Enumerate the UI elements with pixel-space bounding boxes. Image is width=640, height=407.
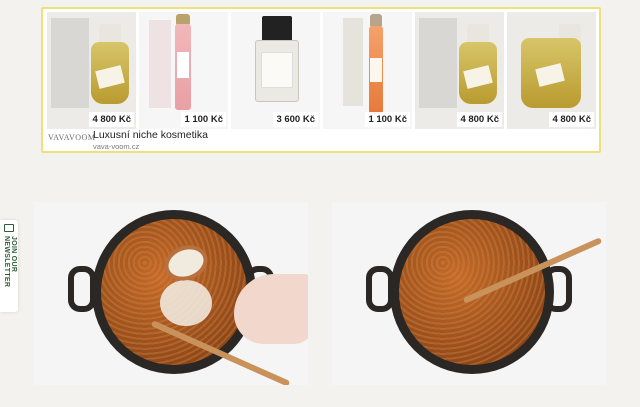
- product-price: 1 100 Kč: [181, 112, 226, 127]
- ad-product-card[interactable]: 4 800 Kč: [507, 12, 596, 129]
- perfume-label-image: [261, 52, 293, 88]
- product-price: 4 800 Kč: [89, 112, 134, 127]
- recipe-photo-adding-milk: [34, 202, 308, 385]
- ad-product-card[interactable]: 1 100 Kč: [323, 12, 412, 129]
- perfume-box-image: [51, 18, 89, 108]
- meat-sauce-image: [399, 219, 545, 365]
- milk-pour-image: [160, 280, 212, 326]
- perfume-cap-image: [262, 16, 292, 42]
- advertiser-logo: VAVAVOOM: [48, 133, 96, 142]
- mail-icon: [4, 224, 14, 232]
- ad-product-strip: 4 800 Kč 1 100 Kč 3 600 Kč 1 100 Kč 4 80…: [47, 12, 596, 129]
- ad-banner[interactable]: ▷ ✕ 4 800 Kč 1 100 Kč 3 600 Kč: [41, 7, 601, 153]
- product-price: 4 800 Kč: [549, 112, 594, 127]
- ad-display-url: vava-voom.cz: [93, 142, 140, 151]
- ad-headline-link[interactable]: Luxusní niche kosmetika: [93, 129, 208, 141]
- product-price: 3 600 Kč: [273, 112, 318, 127]
- perfume-cap-image: [99, 24, 121, 44]
- recipe-photo-stirring: [332, 202, 606, 385]
- product-price: 4 800 Kč: [457, 112, 502, 127]
- product-price: 1 100 Kč: [365, 112, 410, 127]
- ad-product-card[interactable]: 1 100 Kč: [139, 12, 228, 129]
- newsletter-tab[interactable]: JOIN OUR NEWSLETTER: [0, 220, 18, 312]
- newsletter-label: JOIN OUR NEWSLETTER: [3, 236, 17, 288]
- perfume-label-image: [177, 52, 189, 78]
- perfume-box-image: [343, 18, 363, 106]
- perfume-box-image: [419, 18, 457, 108]
- ad-product-card[interactable]: 4 800 Kč: [415, 12, 504, 129]
- ad-product-card[interactable]: 4 800 Kč: [47, 12, 136, 129]
- hand-image: [234, 274, 308, 344]
- perfume-box-image: [149, 20, 171, 108]
- ad-product-card[interactable]: 3 600 Kč: [231, 12, 320, 129]
- perfume-cap-image: [467, 24, 489, 44]
- perfume-label-image: [370, 58, 382, 82]
